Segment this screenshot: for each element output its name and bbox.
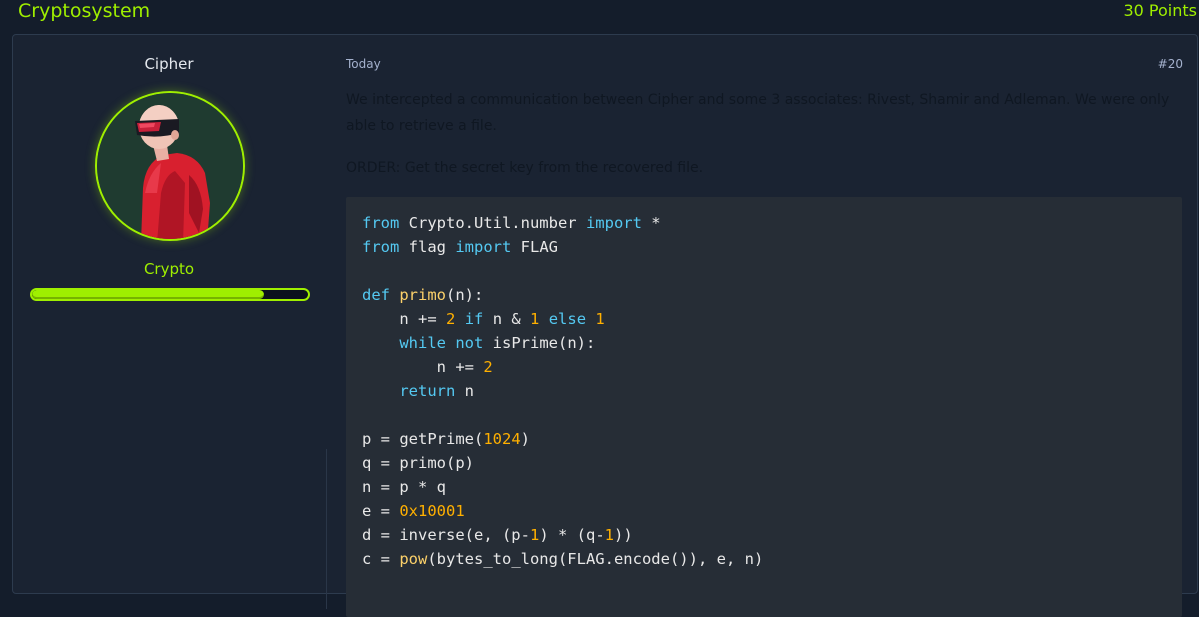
code-token: 0x10001 — [399, 502, 465, 520]
code-token: (n): — [446, 286, 484, 304]
rank-progress-fill — [32, 290, 264, 299]
code-token: ) — [520, 430, 530, 448]
challenge-title[interactable]: Cryptosystem — [18, 0, 150, 22]
code-token: 1024 — [483, 430, 521, 448]
code-token: c = — [362, 550, 400, 568]
code-line: n = p * q — [362, 475, 1166, 499]
code-token: from — [362, 214, 400, 232]
code-line: def primo(n): — [362, 283, 1166, 307]
post-paragraph: We intercepted a communication between C… — [346, 92, 1170, 134]
code-token: primo — [399, 286, 447, 304]
code-token: Crypto.Util.number — [399, 214, 586, 232]
code-token: import — [585, 214, 642, 232]
code-line: while not isPrime(n): — [362, 331, 1166, 355]
code-line: n += 2 — [362, 355, 1166, 379]
code-token: isPrime(n): — [483, 334, 596, 352]
code-line: c = pow(bytes_to_long(FLAG.encode()), e,… — [362, 547, 1166, 571]
code-token: q = primo(p) — [362, 454, 474, 472]
code-token: )) — [614, 526, 633, 544]
code-token: 1 — [604, 526, 614, 544]
code-token: d = inverse(e, (p- — [362, 526, 530, 544]
code-token: n += — [362, 358, 484, 376]
column-divider — [326, 449, 327, 609]
code-token: FLAG — [511, 238, 558, 256]
code-token: 1 — [530, 310, 540, 328]
code-token: from — [362, 238, 400, 256]
code-line: from Crypto.Util.number import * — [362, 211, 1166, 235]
code-token: 2 — [446, 310, 456, 328]
code-line: e = 0x10001 — [362, 499, 1166, 523]
code-token: 1 — [529, 526, 540, 544]
avatar[interactable] — [95, 91, 245, 241]
code-line: d = inverse(e, (p-1) * (q-1)) — [362, 523, 1166, 547]
forum-post: Cipher Crypto Today #20 We intercepted a… — [12, 34, 1198, 617]
author-panel: Cipher Crypto — [13, 35, 325, 593]
code-line: return n — [362, 379, 1166, 403]
rank-progress-bar — [30, 288, 310, 301]
code-token: n — [455, 382, 474, 400]
points-value: 30 Points — [1123, 1, 1197, 20]
code-token: ) * (q- — [539, 526, 605, 544]
code-token: p = getPrime( — [362, 430, 484, 448]
code-token: (bytes_to_long(FLAG.encode()), e, n) — [427, 550, 764, 568]
code-line: q = primo(p) — [362, 451, 1166, 475]
code-token: 2 — [483, 358, 493, 376]
code-token: n = p * q — [362, 478, 446, 496]
post-content: Today #20 We intercepted a communication… — [346, 35, 1183, 617]
code-token: return — [399, 382, 456, 400]
code-token: 1 — [595, 310, 605, 328]
code-token: flag — [399, 238, 456, 256]
code-token: * — [641, 214, 661, 232]
code-token: if — [464, 310, 484, 328]
code-token: import — [455, 238, 512, 256]
code-block[interactable]: from Crypto.Util.number import * from fla… — [346, 197, 1182, 617]
code-token: e = — [362, 502, 400, 520]
challenge-header: Cryptosystem 30 Points — [0, 0, 1199, 30]
code-token: pow — [399, 550, 428, 568]
code-token: while — [399, 334, 446, 352]
code-token: def — [362, 286, 390, 304]
code-token: else — [548, 310, 587, 328]
code-line: n += 2 if n & 1 else 1 — [362, 307, 1166, 331]
post-date: Today — [346, 57, 381, 71]
code-line: p = getPrime(1024) — [362, 427, 1166, 451]
code-token: not — [455, 334, 484, 352]
code-line: from flag import FLAG — [362, 235, 1166, 259]
post-permalink[interactable]: #20 — [1158, 57, 1183, 71]
post-paragraph: ORDER: Get the secret key from the recov… — [346, 160, 704, 176]
code-token: n += — [362, 310, 446, 328]
author-rank: Crypto — [143, 260, 195, 278]
author-name[interactable]: Cipher — [13, 55, 325, 73]
code-token: n & — [483, 310, 531, 328]
avatar-figure-icon — [97, 93, 243, 239]
